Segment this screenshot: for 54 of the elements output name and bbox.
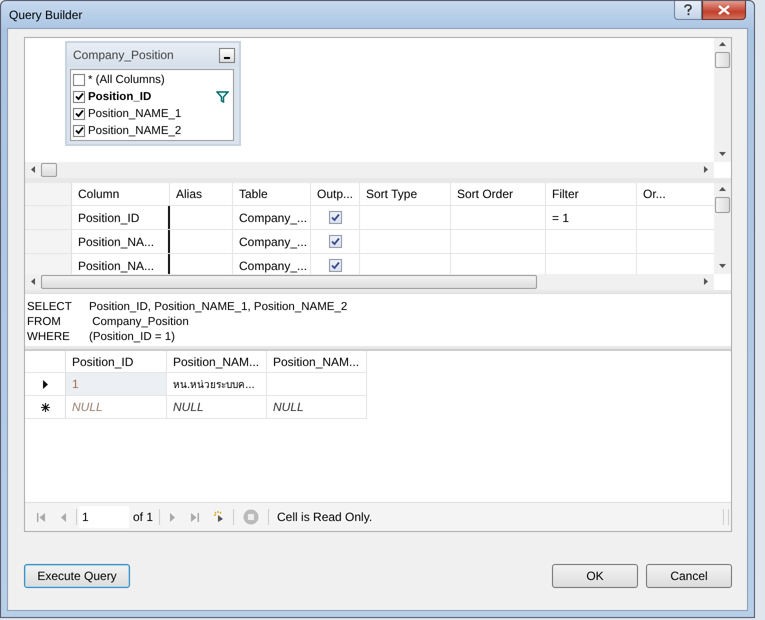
table-title: Company_Position (73, 48, 174, 62)
table-box[interactable]: Company_Position * (All Columns) Position_ID Position_NAME_1 Position_NAME_2 (65, 41, 241, 146)
window-title: Query Builder (9, 8, 82, 22)
sql-text: (Position_ID = 1) (89, 330, 175, 342)
sql-keyword: FROM (27, 316, 62, 328)
help-icon (683, 4, 693, 16)
checkbox[interactable] (73, 108, 85, 120)
vertical-scrollbar[interactable] (714, 183, 731, 274)
table-cell: หน.หน่วยระบบค... (167, 373, 267, 395)
filter-icon (216, 90, 229, 102)
new-row-icon (40, 402, 50, 412)
position-field[interactable]: 1 (79, 506, 129, 528)
table-cell: NULL (66, 396, 167, 418)
table-cell: Company_... (233, 206, 311, 229)
table-cell: 1 (66, 373, 167, 395)
dialog-button[interactable]: OK (552, 564, 638, 588)
checkbox[interactable] (73, 74, 85, 86)
table-cell: = 1 (546, 206, 637, 229)
vertical-scrollbar[interactable] (714, 38, 731, 162)
checkbox[interactable] (328, 259, 342, 272)
checkbox[interactable] (73, 90, 85, 102)
checkbox[interactable] (73, 124, 85, 136)
status-text: Cell is Read Only. (277, 510, 372, 524)
column-header[interactable]: Column (72, 183, 170, 205)
table-cell: Company_... (233, 230, 311, 253)
column-label: Position_NAME_2 (88, 124, 182, 136)
table-cell: Position_NA... (72, 230, 170, 253)
sql-keyword: SELECT (27, 300, 73, 312)
column-header[interactable]: Table (233, 183, 311, 205)
dialog-button[interactable]: Cancel (646, 564, 732, 588)
table-cell: NULL (267, 396, 367, 418)
column-header[interactable]: Sort Type (360, 183, 451, 205)
minimize-button[interactable] (219, 48, 235, 62)
checkbox[interactable] (328, 235, 342, 248)
record-count: of 1 (133, 510, 154, 524)
checkbox[interactable] (328, 211, 342, 224)
dialog-button[interactable]: Execute Query (24, 564, 130, 588)
column-label: Position_NAME_1 (88, 108, 182, 120)
sql-text: Position_ID, Position_NAME_1, Position_NAME_2 (89, 300, 348, 312)
column-header[interactable]: Filter (546, 183, 637, 205)
new-record-icon[interactable] (214, 511, 224, 523)
column-label: Position_ID (88, 90, 152, 102)
column-label: * (All Columns) (88, 74, 165, 86)
sql-keyword: WHERE (27, 330, 71, 342)
current-row-icon (42, 380, 48, 388)
column-header[interactable]: Alias (170, 183, 233, 205)
close-icon (718, 5, 730, 15)
help-button[interactable] (674, 1, 702, 20)
table-cell: NULL (167, 396, 267, 418)
close-button[interactable] (702, 1, 746, 20)
column-header[interactable]: Outp... (311, 183, 360, 205)
table-cell: Position_ID (72, 206, 170, 229)
column-header[interactable]: Sort Order (451, 183, 546, 205)
sql-text: Company_Position (91, 316, 189, 328)
